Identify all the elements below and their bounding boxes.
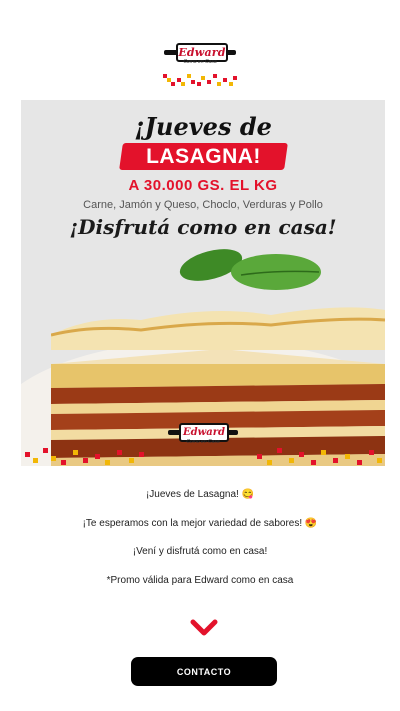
hero-edward-logo: Edward Como en Casa (168, 422, 238, 445)
hero-tagline: ¡Disfrutá como en casa! (69, 215, 337, 239)
hero-title: ¡Jueves de (134, 112, 272, 141)
post-line-2: ¡Te esperamos con la mejor variedad de s… (82, 518, 318, 529)
post-line-1: ¡Jueves de Lasagna! 😋 (145, 489, 255, 500)
logo-tagline: Como en Casa (183, 59, 217, 65)
post-line-4: *Promo válida para Edward como en casa (106, 575, 294, 586)
brand-logo-header: Edward Como en Casa (0, 40, 400, 66)
contact-button[interactable]: CONTACTO (131, 657, 277, 686)
hero-flavors: Carne, Jamón y Queso, Choclo, Verduras y… (83, 199, 323, 211)
pixel-decoration (163, 74, 239, 88)
logo-name: Edward (178, 46, 226, 59)
promo-image: ¡Jueves de LASAGNA! A 30.000 GS. EL KG C… (21, 100, 385, 466)
chevron-down-icon[interactable] (190, 619, 218, 637)
cheese-layer (51, 307, 385, 350)
hero-price: A 30.000 GS. EL KG (128, 177, 278, 194)
hero-logo-tagline: Como en Casa (186, 439, 220, 445)
hero-highlight: LASAGNA! (146, 145, 261, 168)
post-line-3: ¡Vení y disfrutá como en casa! (132, 546, 268, 557)
edward-logo: Edward Como en Casa (164, 42, 236, 65)
hero-logo-name: Edward (183, 427, 225, 438)
